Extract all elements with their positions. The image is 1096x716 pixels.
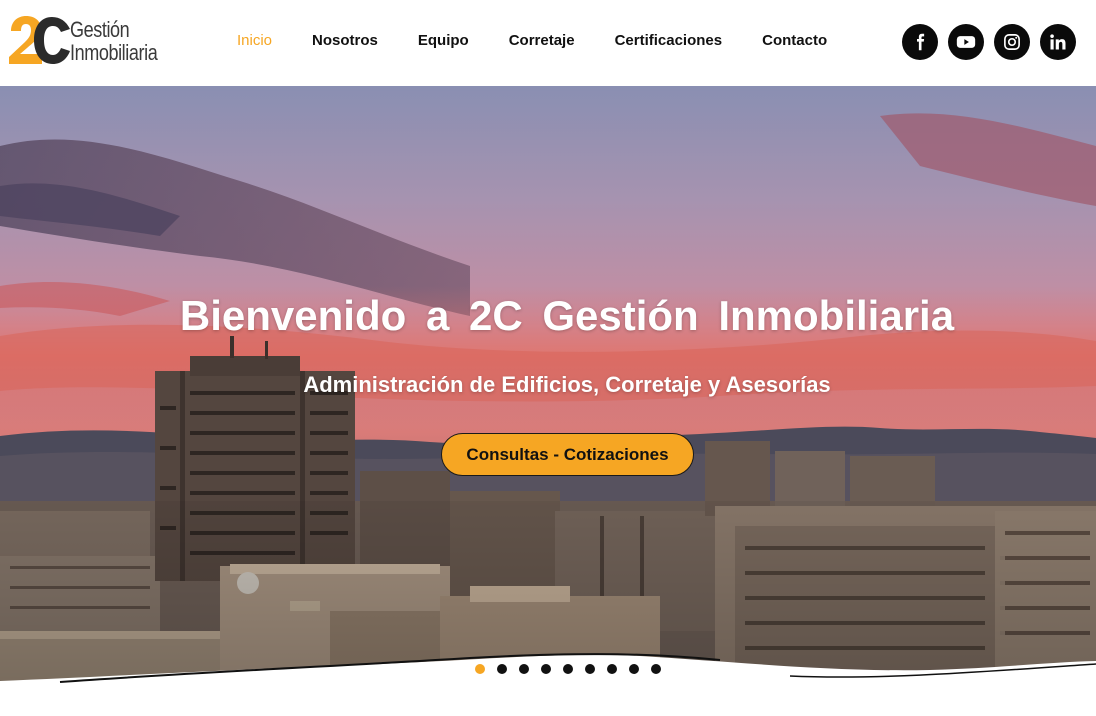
slider-dot-9[interactable] xyxy=(651,664,661,674)
hero-background-image xyxy=(0,86,1096,716)
consultas-cotizaciones-button[interactable]: Consultas - Cotizaciones xyxy=(441,433,694,476)
slider-dot-2[interactable] xyxy=(497,664,507,674)
nav-item-equipo[interactable]: Equipo xyxy=(418,31,469,51)
linkedin-icon xyxy=(1050,34,1066,50)
slider-dot-8[interactable] xyxy=(629,664,639,674)
nav-item-corretaje[interactable]: Corretaje xyxy=(509,31,575,51)
hero-slider: Bienvenido a 2C Gestión Inmobiliaria Adm… xyxy=(0,86,1096,716)
instagram-link[interactable] xyxy=(994,24,1030,60)
social-links xyxy=(902,24,1076,60)
nav-item-certificaciones[interactable]: Certificaciones xyxy=(615,31,723,51)
nav-item-nosotros[interactable]: Nosotros xyxy=(312,31,378,51)
hero-subtitle: Administración de Edificios, Corretaje y… xyxy=(303,372,831,397)
facebook-link[interactable] xyxy=(902,24,938,60)
main-nav: Inicio Nosotros Equipo Corretaje Certifi… xyxy=(237,31,867,51)
nav-item-contacto[interactable]: Contacto xyxy=(762,31,827,51)
slider-dot-6[interactable] xyxy=(585,664,595,674)
facebook-icon xyxy=(917,33,925,51)
slider-dot-1[interactable] xyxy=(475,664,485,674)
logo-mark-icon xyxy=(9,16,70,64)
site-header: Gestión Inmobiliaria Inicio Nosotros Equ… xyxy=(0,0,1096,86)
instagram-icon xyxy=(1004,34,1020,50)
slider-dot-3[interactable] xyxy=(519,664,529,674)
slider-dot-7[interactable] xyxy=(607,664,617,674)
youtube-link[interactable] xyxy=(948,24,984,60)
slider-dot-5[interactable] xyxy=(563,664,573,674)
youtube-icon xyxy=(956,36,976,48)
logo[interactable]: Gestión Inmobiliaria xyxy=(8,13,168,69)
logo-text-line2: Inmobiliaria xyxy=(70,40,158,65)
hero-title: Bienvenido a 2C Gestión Inmobiliaria xyxy=(179,292,955,339)
slider-dot-4[interactable] xyxy=(541,664,551,674)
slider-pagination xyxy=(475,664,661,674)
linkedin-link[interactable] xyxy=(1040,24,1076,60)
nav-item-inicio[interactable]: Inicio xyxy=(237,31,272,51)
